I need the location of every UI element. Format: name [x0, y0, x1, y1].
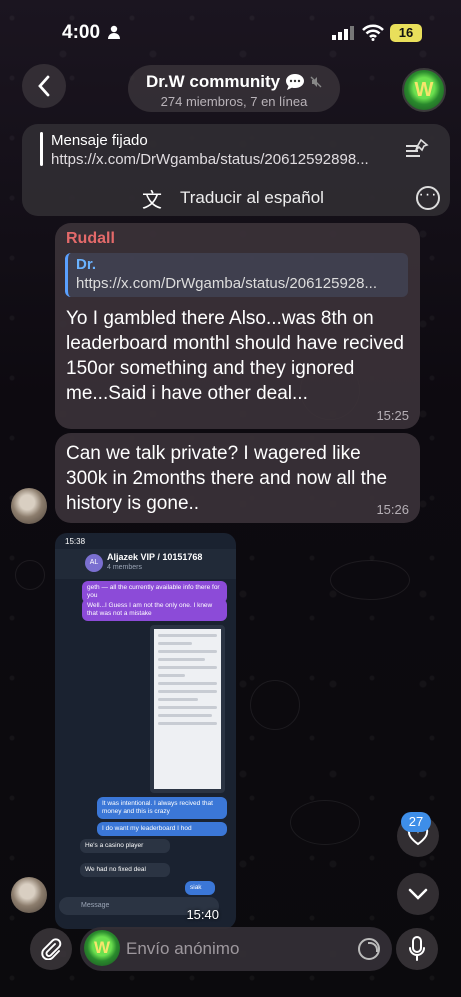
background-doodle	[330, 560, 410, 600]
background-doodle	[290, 800, 360, 845]
message-text: Can we talk private? I wagered like 300k…	[66, 443, 388, 514]
timer-icon[interactable]	[358, 938, 380, 960]
speech-bubble-icon	[286, 74, 305, 90]
image-nested-screenshot	[150, 625, 225, 793]
background-doodle	[15, 560, 45, 590]
group-avatar[interactable]: W	[402, 68, 446, 112]
pinned-indicator-bar	[40, 132, 43, 166]
avatar-letter: W	[414, 79, 434, 101]
chat-title-pill[interactable]: Dr.W community 274 miembros, 7 en línea	[128, 65, 340, 112]
image-bubble: I do want my leaderboard I hod	[97, 822, 227, 836]
message-time: 15:26	[376, 502, 409, 517]
wifi-icon	[362, 24, 384, 41]
image-message[interactable]: 15:38 AL Aljazek VIP / 10151768 4 member…	[55, 533, 236, 929]
status-time: 4:00	[62, 22, 101, 43]
attach-button[interactable]	[30, 928, 72, 970]
pinned-text: https://x.com/DrWgamba/status/2061259289…	[51, 151, 369, 168]
chevron-down-icon	[408, 888, 428, 900]
message-time: 15:40	[186, 907, 219, 922]
person-icon	[108, 25, 120, 39]
chat-subtitle: 274 miembros, 7 en línea	[160, 94, 308, 109]
message-sender: Rudall	[66, 230, 115, 247]
chat-title: Dr.W community	[145, 72, 281, 91]
reply-sender: Dr.	[76, 256, 97, 273]
translate-icon: 文	[142, 190, 162, 212]
reactions-count-badge: 27	[401, 812, 431, 832]
battery-indicator: 16	[390, 24, 422, 42]
back-button[interactable]	[22, 64, 66, 108]
image-chat-title: Aljazek VIP / 10151768	[107, 552, 203, 562]
input-placeholder: Envío anónimo	[126, 939, 240, 958]
image-bubble: siak	[185, 881, 215, 895]
microphone-button[interactable]	[396, 928, 438, 970]
image-chat-subtitle: 4 members	[107, 564, 143, 571]
reply-quote[interactable]: Dr. https://x.com/DrWgamba/status/206125…	[65, 253, 408, 297]
image-status-time: 15:38	[65, 537, 86, 546]
pinned-label: Mensaje fijado	[51, 132, 148, 149]
image-chat-header: AL Aljazek VIP / 10151768 4 members	[55, 549, 236, 579]
message-bubble[interactable]: Rudall Dr. https://x.com/DrWgamba/status…	[55, 223, 420, 429]
status-bar: 4:00 16	[0, 0, 461, 60]
message-input[interactable]: W Envío anónimo	[80, 927, 392, 971]
reply-text: https://x.com/DrWgamba/status/206125928.…	[76, 275, 377, 292]
microphone-icon	[409, 936, 425, 961]
pin-list-icon[interactable]	[405, 138, 429, 160]
image-bubble: We had no fixed deal	[80, 863, 170, 877]
scroll-down-button[interactable]	[397, 873, 439, 915]
pinned-message-panel[interactable]: Mensaje fijado https://x.com/DrWgamba/st…	[22, 124, 450, 216]
sender-avatar[interactable]	[11, 877, 47, 913]
image-bubble: Well...I Guess I am not the only one. I …	[82, 599, 227, 621]
image-bubble: It was intentional. I always recived tha…	[97, 797, 227, 819]
signal-icon	[332, 26, 354, 40]
muted-icon	[310, 76, 322, 88]
background-doodle	[250, 680, 300, 730]
image-bubble: He's a casino player	[80, 839, 170, 853]
avatar-letter: W	[93, 938, 111, 957]
message-text: Yo I gambled there Also...was 8th on lea…	[66, 308, 404, 404]
chevron-left-icon	[38, 75, 50, 97]
more-options-icon[interactable]: ···	[416, 186, 440, 210]
message-time: 15:25	[376, 408, 409, 423]
translate-button[interactable]: Traducir al español	[180, 188, 324, 208]
send-as-avatar[interactable]: W	[84, 930, 120, 966]
message-bubble[interactable]: Can we talk private? I wagered like 300k…	[55, 433, 420, 523]
image-chat-avatar: AL	[85, 554, 103, 572]
sender-avatar[interactable]	[11, 488, 47, 524]
paperclip-icon	[41, 938, 62, 960]
